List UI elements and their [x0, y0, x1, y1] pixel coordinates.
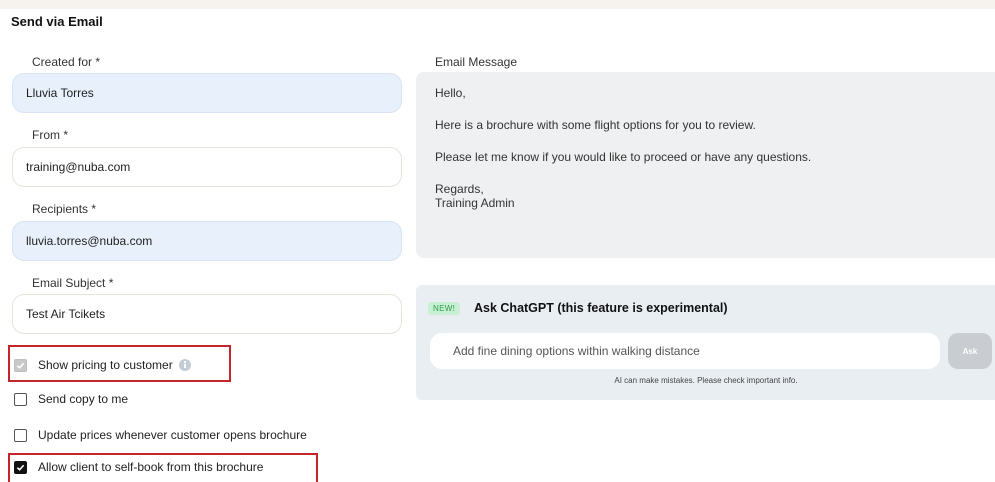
recipients-value: lluvia.torres@nuba.com — [26, 234, 153, 248]
message-line: Please let me know if you would like to … — [435, 150, 812, 164]
from-field[interactable]: training@nuba.com — [12, 147, 402, 187]
email-subject-value: Test Air Tcikets — [26, 307, 106, 321]
highlight-box — [8, 345, 231, 382]
option-update-prices[interactable]: Update prices whenever customer opens br… — [14, 427, 307, 443]
ai-disclaimer: AI can make mistakes. Please check impor… — [614, 376, 798, 385]
from-value: training@nuba.com — [26, 160, 131, 174]
recipients-field[interactable]: lluvia.torres@nuba.com — [12, 221, 402, 261]
option-send-copy[interactable]: Send copy to me — [14, 391, 128, 407]
highlight-box — [8, 453, 318, 482]
email-message-label: Email Message — [435, 55, 518, 69]
email-subject-label: Email Subject * — [32, 276, 114, 290]
chatgpt-panel: NEW! Ask ChatGPT (this feature is experi… — [416, 285, 995, 400]
email-message-textarea[interactable]: Hello, Here is a brochure with some flig… — [416, 72, 995, 258]
created-for-label: Created for * — [32, 55, 101, 69]
created-for-field[interactable]: Lluvia Torres — [12, 73, 402, 113]
message-line: Here is a brochure with some flight opti… — [435, 118, 756, 132]
message-line: Hello, — [435, 86, 466, 100]
send-copy-checkbox[interactable] — [14, 392, 27, 406]
recipients-label: Recipients * — [32, 202, 97, 216]
update-prices-label: Update prices whenever customer opens br… — [38, 428, 307, 442]
page-title: Send via Email — [11, 14, 103, 29]
chatgpt-title: Ask ChatGPT (this feature is experimenta… — [474, 301, 728, 315]
message-line: Regards, — [435, 182, 484, 196]
update-prices-checkbox[interactable] — [14, 428, 27, 442]
email-subject-field[interactable]: Test Air Tcikets — [12, 294, 402, 334]
send-copy-label: Send copy to me — [38, 392, 129, 406]
chatgpt-prompt-value: Add fine dining options within walking d… — [453, 344, 700, 358]
chatgpt-prompt-input[interactable]: Add fine dining options within walking d… — [430, 333, 940, 369]
created-for-value: Lluvia Torres — [26, 86, 94, 100]
ask-button[interactable]: Ask — [948, 333, 992, 369]
new-badge: NEW! — [428, 302, 461, 315]
message-line: Training Admin — [435, 196, 515, 210]
top-strip — [0, 0, 995, 9]
from-label: From * — [32, 128, 68, 142]
